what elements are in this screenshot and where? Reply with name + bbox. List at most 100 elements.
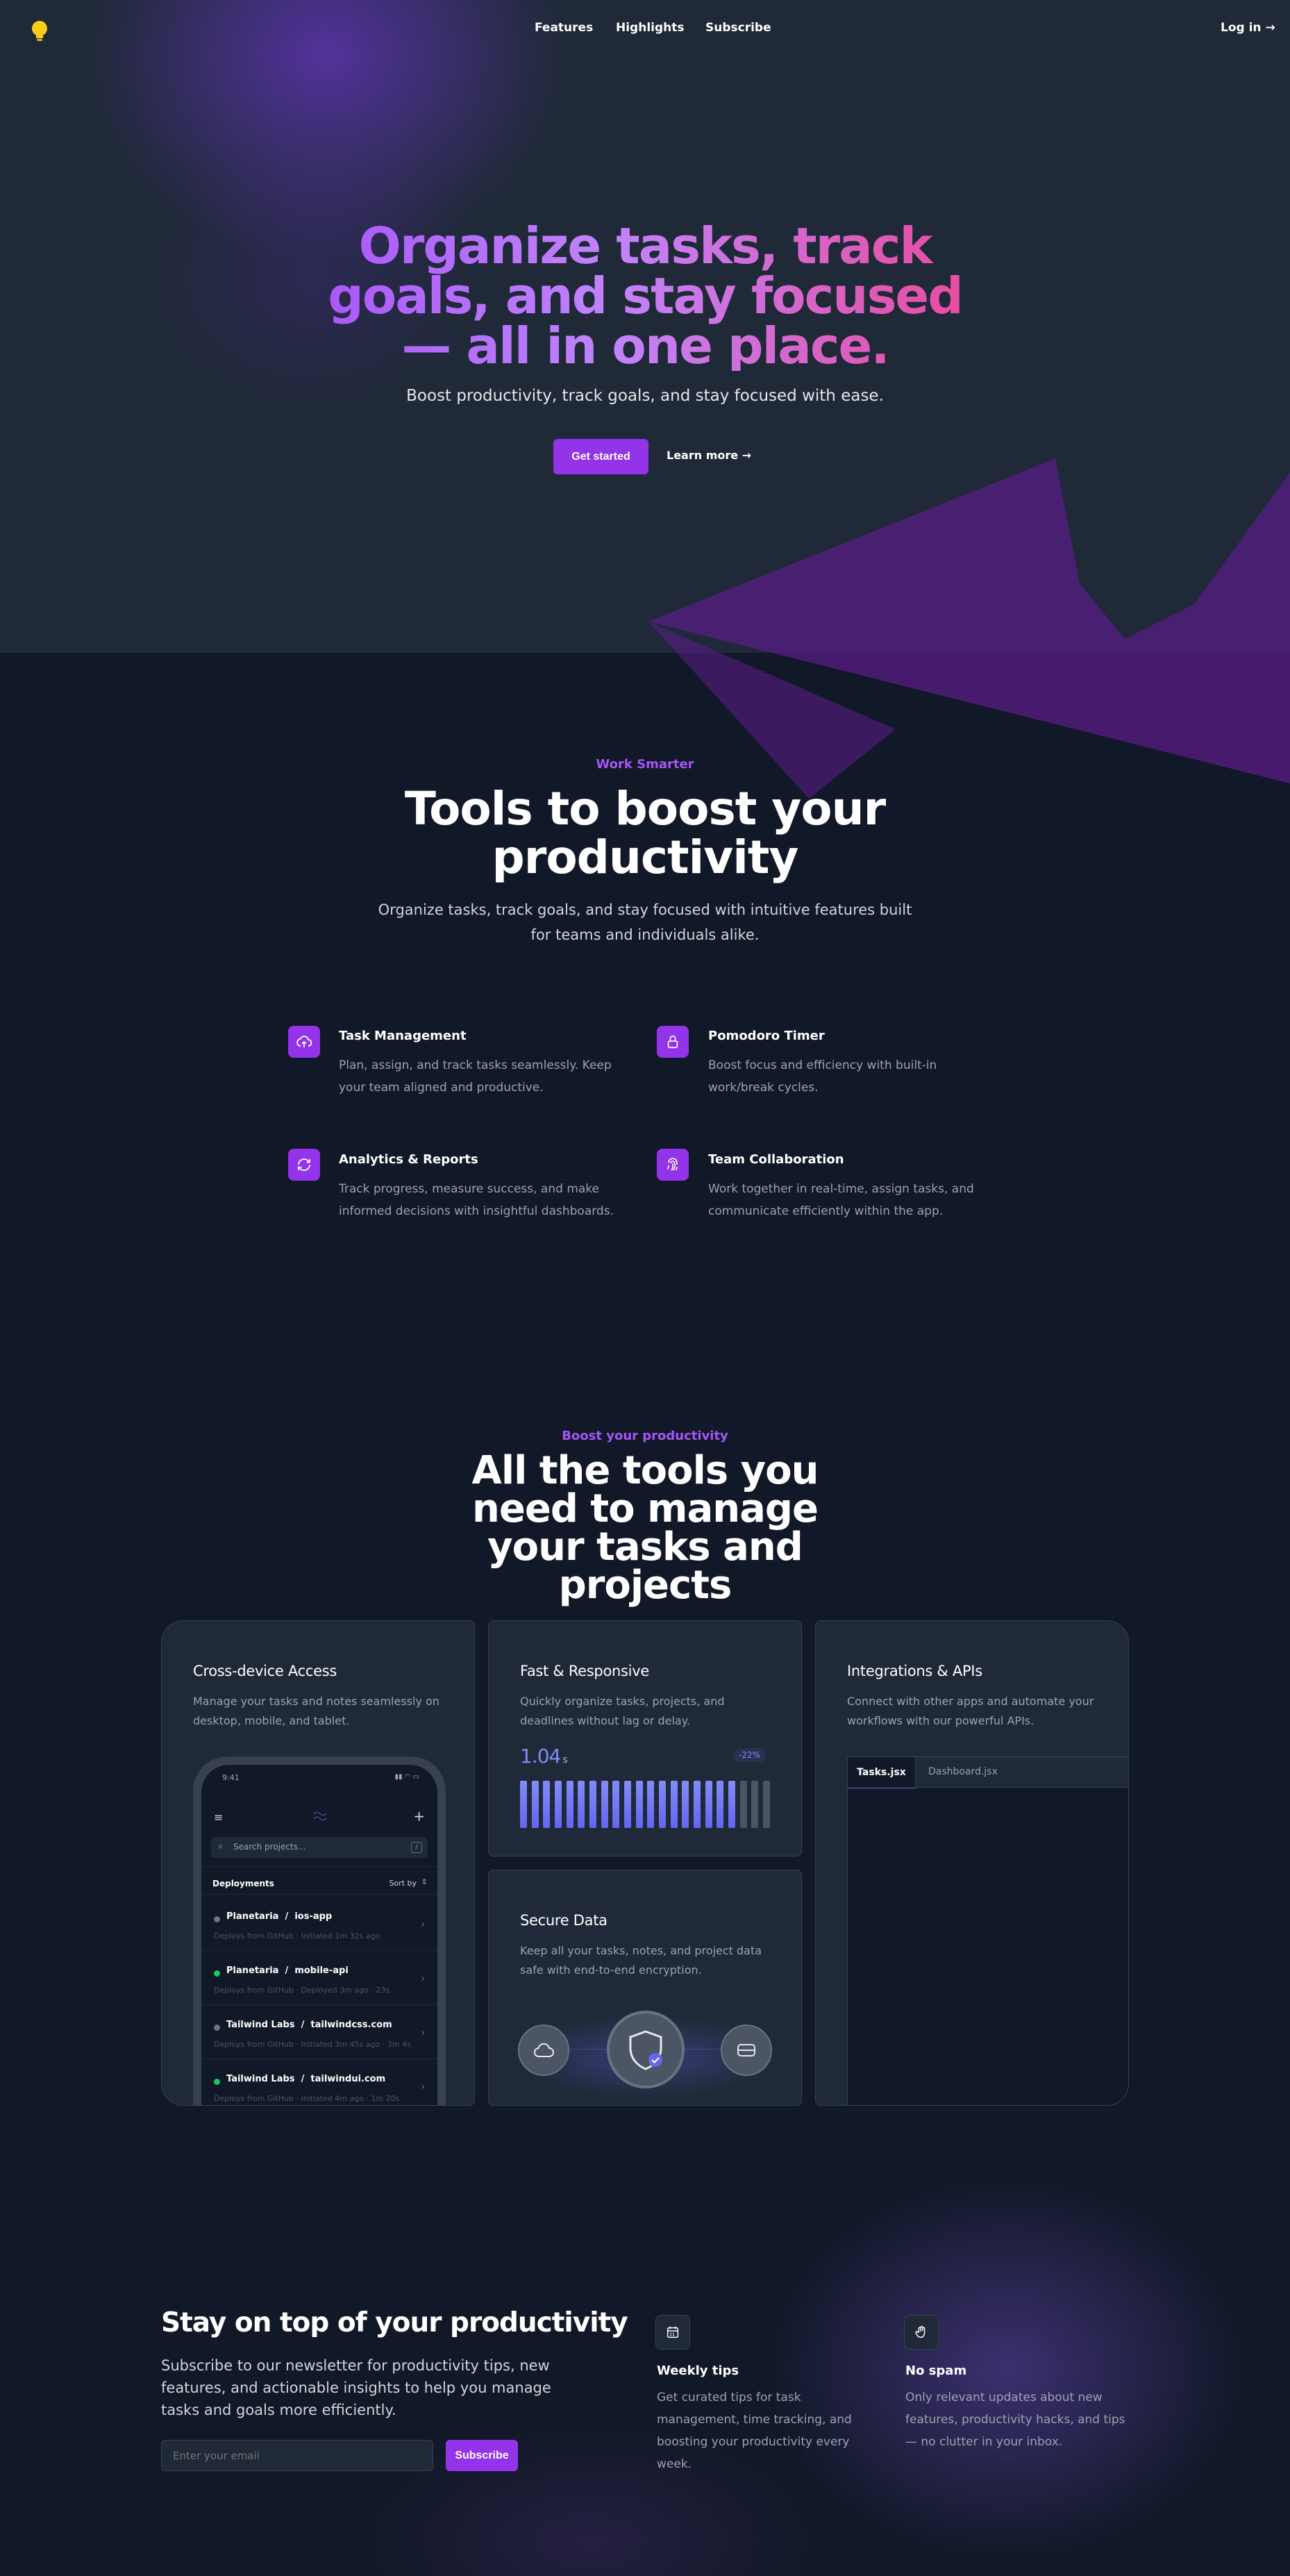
lightbulb-icon[interactable] (29, 19, 50, 43)
metric-value: 1.04 s (520, 1745, 568, 1768)
performance-bar (670, 1781, 678, 1828)
performance-bar (728, 1781, 735, 1828)
feature-title-task-management: Task Management (339, 1029, 467, 1043)
performance-bar (555, 1781, 562, 1828)
code-editor: Tasks.jsx Dashboard.jsx (847, 1756, 1128, 2105)
add-icon[interactable]: + (413, 1808, 425, 1825)
performance-bars (520, 1781, 770, 1828)
performance-bar (612, 1781, 620, 1828)
landing-page: Features Highlights Subscribe Log in → O… (0, 0, 1290, 2576)
chevron-right-icon: › (421, 2081, 425, 2093)
performance-bar (601, 1781, 608, 1828)
performance-bar (763, 1781, 770, 1828)
row-name: Tailwind Labs / tailwindcss.com (226, 2020, 392, 2030)
hero-subtitle: Boost productivity, track goals, and sta… (406, 387, 884, 405)
row-name: Planetaria / mobile-api (226, 1966, 349, 1976)
performance-bar (578, 1781, 585, 1828)
fingerprint-icon (657, 1149, 689, 1181)
login-link[interactable]: Log in → (1221, 21, 1275, 35)
subscribe-button[interactable]: Subscribe (446, 2440, 518, 2471)
chevron-updown-icon: ⇕ (421, 1877, 428, 1886)
row-name: Tailwind Labs / tailwindui.com (226, 2074, 386, 2084)
card-title-cross-device: Cross-device Access (193, 1663, 337, 1679)
perk-title-no-spam: No spam (905, 2363, 967, 2378)
performance-bar (705, 1781, 712, 1828)
performance-bar (694, 1781, 701, 1828)
deployment-row[interactable]: Tailwind Labs / tailwindui.com Deploys f… (201, 2059, 437, 2105)
perk-text-no-spam: Only relevant updates about new features… (905, 2391, 1125, 2449)
hero-section: Features Highlights Subscribe Log in → O… (0, 0, 1290, 653)
nav-link-features[interactable]: Features (535, 21, 593, 35)
row-meta: Deploys from GitHub · Initiated 1m 32s a… (214, 1931, 380, 1941)
newsletter-title: Stay on top of your productivity (161, 2307, 628, 2338)
email-input[interactable] (161, 2440, 433, 2471)
feature-text-task-management: Plan, assign, and track tasks seamlessly… (339, 1058, 612, 1095)
feature-text-pomodoro-timer: Boost focus and efficiency with built-in… (708, 1058, 937, 1095)
row-meta: Deploys from GitHub · Initiated 4m ago ·… (214, 2094, 400, 2103)
server-icon (721, 2025, 772, 2076)
learn-more-link[interactable]: Learn more → (667, 449, 751, 462)
hero-title: Organize tasks, track goals, and stay fo… (298, 221, 992, 371)
status-dot (214, 2025, 220, 2031)
features-description: Organize tasks, track goals, and stay fo… (378, 901, 912, 943)
deployments-title: Deployments (212, 1879, 274, 1888)
row-meta: Deploys from GitHub · Initiated 3m 45s a… (214, 2040, 411, 2049)
app-logo-icon (313, 1811, 327, 1821)
shield-check-icon (607, 2011, 685, 2088)
phone-status-icons: ▮▮ ◠ ▭ (394, 1773, 419, 1781)
performance-bar (589, 1781, 596, 1828)
card-cross-device: Cross-device Access Manage your tasks an… (161, 1620, 475, 2106)
chevron-right-icon: › (421, 1973, 425, 1984)
feature-title-pomodoro-timer: Pomodoro Timer (708, 1029, 825, 1043)
card-text-fast: Quickly organize tasks, projects, and de… (520, 1695, 725, 1727)
status-dot (214, 1970, 220, 1977)
performance-bar (751, 1781, 759, 1828)
performance-bar (543, 1781, 551, 1828)
calendar-icon (655, 2315, 690, 2350)
performance-bar (531, 1781, 539, 1828)
deployment-row[interactable]: Planetaria / mobile-api Deploys from Git… (201, 1951, 437, 2005)
performance-bar (682, 1781, 689, 1828)
hand-icon (904, 2315, 939, 2350)
performance-bar (635, 1781, 643, 1828)
feature-title-team-collaboration: Team Collaboration (708, 1152, 844, 1167)
feature-text-analytics: Track progress, measure success, and mak… (339, 1182, 614, 1218)
card-text-integrations: Connect with other apps and automate you… (847, 1695, 1094, 1727)
perk-title-weekly-tips: Weekly tips (657, 2363, 739, 2378)
nav-link-subscribe[interactable]: Subscribe (705, 21, 771, 35)
deployment-row[interactable]: Tailwind Labs / tailwindcss.com Deploys … (201, 2005, 437, 2059)
lock-icon (657, 1026, 689, 1058)
newsletter-text: Subscribe to our newsletter for producti… (161, 2357, 551, 2418)
chevron-right-icon: › (421, 2027, 425, 2038)
phone-screen: 9:41 ▮▮ ◠ ▭ ≡ + ⌕ Search projects... / D… (201, 1765, 437, 2105)
performance-bar (647, 1781, 655, 1828)
phone-search-input[interactable]: ⌕ Search projects... / (211, 1837, 428, 1858)
card-text-secure: Keep all your tasks, notes, and project … (520, 1944, 762, 1977)
cloud-icon (518, 2025, 569, 2076)
tab-tasks-jsx[interactable]: Tasks.jsx (848, 1757, 916, 1788)
sort-button[interactable]: Sort by (389, 1879, 417, 1888)
deployment-row[interactable]: Planetaria / ios-app Deploys from GitHub… (201, 1897, 437, 1951)
performance-bar (659, 1781, 666, 1828)
card-integrations: Integrations & APIs Connect with other a… (815, 1620, 1129, 2106)
card-title-secure: Secure Data (520, 1912, 608, 1929)
nav-link-highlights[interactable]: Highlights (616, 21, 685, 35)
get-started-button[interactable]: Get started (553, 439, 648, 474)
performance-bar (717, 1781, 724, 1828)
delta-badge: -22% (733, 1748, 767, 1762)
menu-icon[interactable]: ≡ (214, 1811, 223, 1824)
phone-search-placeholder: Search projects... (233, 1842, 306, 1852)
features-title: Tools to boost your productivity (404, 782, 886, 884)
tab-dashboard-jsx[interactable]: Dashboard.jsx (928, 1766, 998, 1777)
card-text-cross-device: Manage your tasks and notes seamlessly o… (193, 1695, 439, 1727)
bento-eyebrow: Boost your productivity (562, 1429, 728, 1443)
row-meta: Deploys from GitHub · Deployed 3m ago · … (214, 1986, 390, 1995)
chevron-right-icon: › (421, 1919, 425, 1930)
cloud-upload-icon (288, 1026, 320, 1058)
perk-text-weekly-tips: Get curated tips for task management, ti… (657, 2391, 852, 2471)
performance-bar (520, 1781, 527, 1828)
feature-title-analytics: Analytics & Reports (339, 1152, 478, 1167)
phone-time: 9:41 (222, 1773, 240, 1782)
features-eyebrow: Work Smarter (596, 757, 694, 772)
refresh-icon (288, 1149, 320, 1181)
